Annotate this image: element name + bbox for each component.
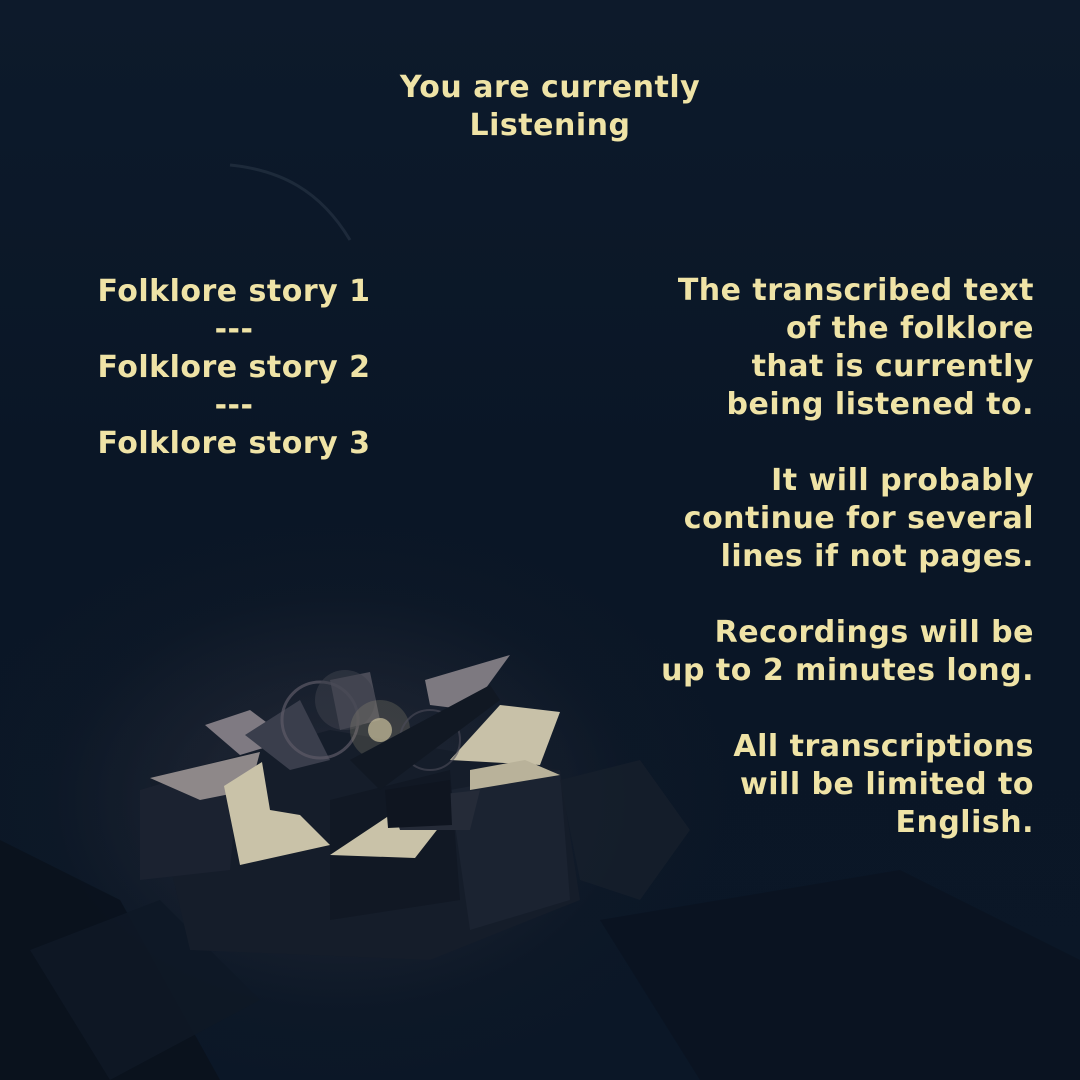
transcript-paragraph: The transcribed text of the folklore tha…	[677, 273, 1034, 422]
transcript-panel: The transcribed text of the folklore tha…	[514, 272, 1034, 842]
folklore-story-list: Folklore story 1 --- Folklore story 2 --…	[64, 273, 404, 463]
transcript-paragraph: It will probably continue for several li…	[683, 463, 1034, 574]
story-item-3[interactable]: Folklore story 3	[64, 425, 404, 463]
listening-screen: You are currently Listening Folklore sto…	[0, 0, 1080, 1080]
transcript-paragraph: Recordings will be up to 2 minutes long.	[661, 615, 1034, 688]
listening-status-heading: You are currently Listening	[399, 70, 701, 143]
story-separator: ---	[214, 388, 254, 423]
story-item-2[interactable]: Folklore story 2	[64, 349, 404, 387]
story-separator: ---	[214, 312, 254, 347]
transcript-paragraph: All transcriptions will be limited to En…	[733, 729, 1034, 840]
story-item-1[interactable]: Folklore story 1	[64, 273, 404, 311]
